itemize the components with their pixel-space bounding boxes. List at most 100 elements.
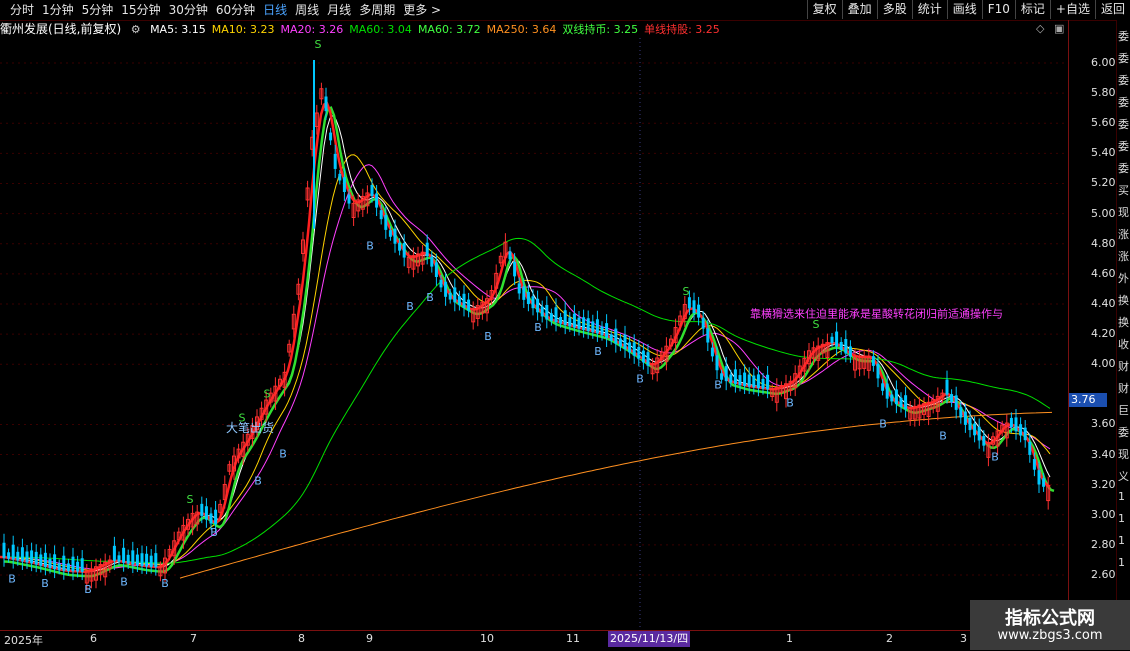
right-strip-char-19: 现: [1118, 448, 1129, 461]
candle-body-92: [425, 242, 429, 257]
y-tick-2: 5.60: [1091, 116, 1116, 130]
candle-body-33: [154, 553, 158, 568]
candle-body-222: [1023, 427, 1027, 441]
right-strip-char-8: 现: [1118, 206, 1129, 219]
candle-body-223: [1028, 441, 1032, 455]
current-price-tag: 3.76: [1069, 393, 1107, 408]
candle-body-83: [384, 214, 388, 230]
signal-s-11: S: [315, 38, 322, 51]
candle-body-149: [687, 297, 691, 309]
ma-indicator-7: 单线持股: 3.25: [644, 23, 720, 36]
candle-body-221: [1019, 424, 1023, 436]
period-tab-10[interactable]: 更多 >: [399, 2, 445, 18]
y-tick-6: 4.80: [1091, 236, 1116, 250]
period-tab-0[interactable]: 分时: [6, 2, 38, 18]
signal-b-16: B: [534, 321, 542, 334]
tool-button-0[interactable]: 复权: [806, 0, 842, 19]
candle-body-73: [338, 173, 342, 181]
tool-button-5[interactable]: F10: [981, 0, 1015, 19]
signal-b-17: B: [594, 345, 602, 358]
period-tab-3[interactable]: 15分钟: [117, 2, 164, 18]
right-strip-char-11: 外: [1118, 272, 1129, 285]
period-tab-6[interactable]: 日线: [259, 2, 291, 18]
period-tab-7[interactable]: 周线: [291, 2, 323, 18]
candle-body-82: [379, 210, 383, 220]
period-tab-4[interactable]: 30分钟: [165, 2, 212, 18]
right-strip-char-5: 委: [1118, 140, 1129, 153]
period-tab-1[interactable]: 1分钟: [38, 2, 78, 18]
signal-s-10: S: [264, 387, 271, 400]
period-tab-9[interactable]: 多周期: [355, 2, 399, 18]
signal-b-14: B: [426, 291, 434, 304]
right-strip-char-6: 委: [1118, 162, 1129, 175]
signal-b-21: B: [786, 396, 794, 409]
candle-body-137: [632, 342, 636, 356]
diamond-icon[interactable]: ◇: [1036, 22, 1044, 35]
candle-body-101: [467, 299, 471, 311]
candle-body-140: [646, 352, 650, 366]
candle-body-134: [618, 338, 622, 347]
tool-button-7[interactable]: +自选: [1049, 0, 1095, 19]
signal-b-24: B: [939, 430, 947, 443]
candle-body-120: [554, 307, 558, 323]
y-tick-8: 4.40: [1091, 296, 1116, 310]
right-strip-char-12: 换: [1118, 294, 1129, 307]
x-label-0: 2025年: [4, 634, 43, 647]
candle-body-157: [724, 366, 728, 382]
ma-indicator-0: MA5: 3.15: [150, 23, 206, 36]
candle-body-72: [333, 153, 337, 169]
kline-chart[interactable]: BBBBBBBBSSSSBBBBBBBSBBSBBB大笔出货靠横猾选来住迫里能承…: [0, 38, 1068, 630]
period-tab-5[interactable]: 60分钟: [212, 2, 259, 18]
candle-body-43: [200, 503, 204, 516]
candle-body-24: [112, 545, 116, 561]
candle-body-15: [71, 556, 75, 572]
candle-body-28: [131, 550, 135, 565]
tool-button-2[interactable]: 多股: [876, 0, 912, 19]
candle-body-3: [16, 551, 20, 561]
candle-body-9: [43, 552, 47, 567]
candle-body-26: [122, 547, 126, 563]
period-tabs: 分时 1分钟 5分钟 15分钟 30分钟 60分钟 日线 周线 月线 多周期 更多 >: [6, 2, 445, 18]
candle-body-6: [30, 550, 34, 564]
logo-url: www.zbgs3.com: [997, 628, 1103, 643]
right-strip-char-22: 1: [1118, 512, 1125, 525]
candle-body-209: [963, 411, 967, 425]
candle-body-5: [25, 551, 29, 563]
candle-body-159: [733, 369, 737, 384]
right-strip-char-13: 换: [1118, 316, 1129, 329]
candle-body-192: [885, 383, 889, 399]
candle-body-191: [881, 383, 885, 391]
signal-b-3: B: [120, 576, 128, 589]
candle-body-84: [388, 230, 392, 237]
candle-body-183: [844, 339, 848, 354]
period-tab-2[interactable]: 5分钟: [78, 2, 118, 18]
tool-button-6[interactable]: 标记: [1014, 0, 1050, 19]
candle-body-133: [614, 328, 618, 344]
tool-button-4[interactable]: 画线: [946, 0, 982, 19]
y-tick-0: 6.00: [1091, 56, 1116, 69]
window-icon[interactable]: ▣: [1054, 22, 1064, 35]
signal-b-0: B: [8, 573, 16, 586]
right-strip-char-2: 委: [1118, 74, 1129, 87]
candle-body-29: [135, 554, 139, 566]
candle-body-4: [20, 547, 24, 562]
candle-body-97: [448, 292, 452, 300]
tool-button-8[interactable]: 返回: [1094, 0, 1130, 19]
candle-body-125: [577, 317, 581, 329]
right-strip-char-16: 财: [1118, 382, 1129, 395]
candle-body-152: [701, 317, 705, 329]
candle-body-190: [876, 363, 880, 379]
candle-body-81: [375, 193, 379, 208]
tool-button-1[interactable]: 叠加: [841, 0, 877, 19]
candle-body-213: [982, 435, 986, 446]
tool-button-3[interactable]: 统计: [911, 0, 947, 19]
signal-b-15: B: [484, 330, 492, 343]
candle-body-154: [710, 347, 714, 357]
period-tab-8[interactable]: 月线: [323, 2, 355, 18]
chart-corner-icons[interactable]: ◇ ▣: [1036, 22, 1064, 35]
candle-body-195: [899, 397, 903, 407]
candle-body-100: [462, 293, 466, 308]
settings-icon[interactable]: ⚙: [131, 23, 141, 36]
candle-body-193: [890, 394, 894, 402]
candle-body-211: [973, 423, 977, 436]
